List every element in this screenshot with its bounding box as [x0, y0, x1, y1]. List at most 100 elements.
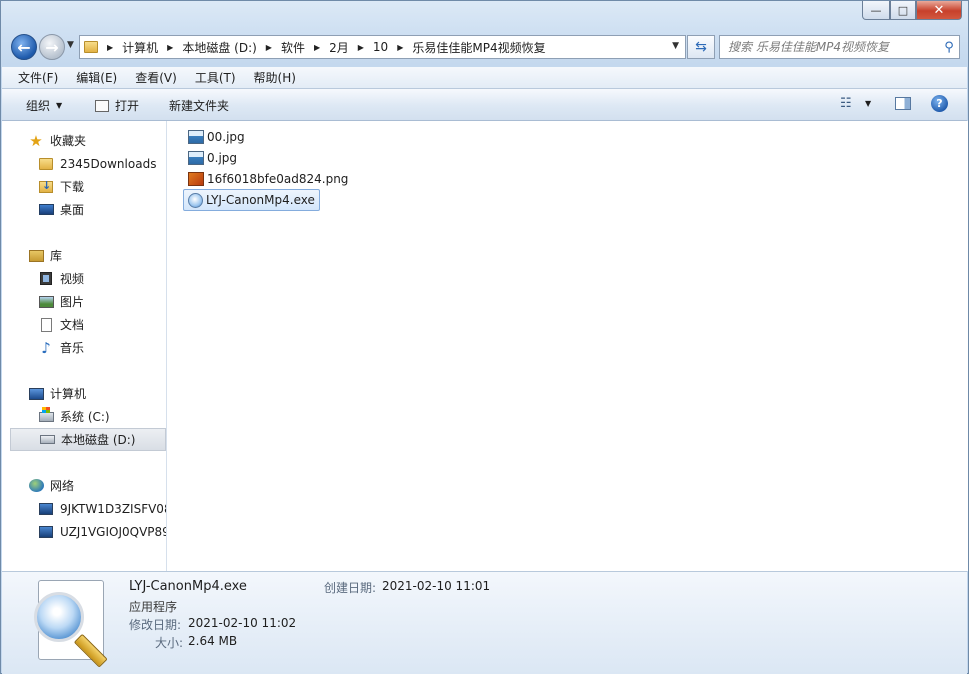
library-icon — [28, 249, 44, 262]
chevron-right-icon[interactable]: ▶ — [397, 43, 403, 52]
chevron-right-icon[interactable]: ▶ — [266, 43, 272, 52]
refresh-button[interactable]: ⇆ — [687, 35, 715, 59]
nav-computer[interactable]: 计算机 — [28, 383, 86, 404]
details-file-type: 应用程序 — [129, 600, 178, 614]
breadcrumb-drive-d[interactable]: 本地磁盘 (D:) — [182, 39, 256, 56]
search-input[interactable] — [726, 36, 939, 58]
nav-item-network-pc-1[interactable]: 9JKTW1D3ZISFV08 — [38, 498, 167, 519]
folder-icon — [84, 41, 98, 53]
menu-edit[interactable]: 编辑(E) — [67, 69, 126, 86]
preview-pane-icon[interactable] — [895, 97, 911, 110]
search-box[interactable]: ⚲ — [719, 35, 960, 59]
video-icon — [40, 272, 52, 285]
nav-item-downloads[interactable]: 下载 — [38, 176, 84, 197]
nav-item-drive-c[interactable]: 系统 (C:) — [38, 406, 110, 427]
nav-item-documents[interactable]: 文档 — [38, 314, 84, 335]
minimize-button[interactable]: — — [862, 1, 890, 20]
arrow-right-icon: → — [45, 37, 59, 57]
navigation-pane: ★ 收藏夹 2345Downloads 下载 桌面 库 视频 图片 — [2, 121, 167, 571]
nav-label: 下载 — [60, 180, 85, 194]
nav-label: 桌面 — [60, 203, 85, 217]
search-icon[interactable]: ⚲ — [939, 40, 959, 55]
menu-help[interactable]: 帮助(H) — [245, 69, 305, 86]
nav-label: 本地磁盘 (D:) — [61, 433, 136, 447]
address-dropdown-icon[interactable]: ▼ — [672, 41, 679, 51]
nav-label: 视频 — [60, 272, 85, 286]
refresh-icon: ⇆ — [695, 39, 707, 55]
nav-network[interactable]: 网络 — [28, 475, 74, 496]
breadcrumb-software[interactable]: 软件 — [281, 39, 305, 56]
menu-tools[interactable]: 工具(T) — [186, 69, 245, 86]
command-bar: 组织 ▼ 打开 新建文件夹 ☷ ▼ ? — [2, 89, 967, 121]
help-icon[interactable]: ? — [931, 95, 948, 112]
jpg-file-icon — [188, 151, 204, 165]
chevron-down-icon: ▼ — [56, 101, 63, 110]
network-icon — [28, 479, 44, 492]
open-button[interactable]: 打开 — [95, 97, 139, 114]
file-item[interactable]: 16f6018bfe0ad824.png — [186, 169, 352, 189]
file-item-selected[interactable]: LYJ-CanonMp4.exe — [183, 189, 320, 211]
document-icon — [40, 317, 52, 332]
nav-item-pictures[interactable]: 图片 — [38, 291, 84, 312]
nav-label: 文档 — [60, 318, 85, 332]
maximize-button[interactable]: □ — [890, 1, 916, 20]
details-size-label: 大小: — [155, 636, 184, 650]
new-folder-label: 新建文件夹 — [169, 99, 230, 113]
details-pane: LYJ-CanonMp4.exe 应用程序 修改日期: 2021-02-10 1… — [2, 571, 967, 674]
details-modified-value: 2021-02-10 11:02 — [188, 616, 297, 630]
open-icon — [95, 99, 109, 112]
address-bar[interactable]: ▶ 计算机 ▶ 本地磁盘 (D:) ▶ 软件 ▶ 2月 ▶ 10 ▶ 乐易佳佳能… — [79, 35, 686, 59]
nav-libraries[interactable]: 库 — [28, 245, 62, 266]
menu-file[interactable]: 文件(F) — [2, 69, 67, 86]
new-folder-button[interactable]: 新建文件夹 — [169, 97, 229, 114]
nav-favorites[interactable]: ★ 收藏夹 — [28, 130, 86, 151]
system-drive-icon — [38, 406, 54, 422]
view-dropdown-icon[interactable]: ▼ — [865, 99, 871, 108]
file-item[interactable]: 00.jpg — [186, 127, 249, 147]
file-name: LYJ-CanonMp4.exe — [206, 193, 315, 207]
breadcrumb-computer[interactable]: 计算机 — [122, 39, 158, 56]
network-computer-icon — [39, 502, 53, 515]
nav-label: 计算机 — [50, 387, 87, 401]
menu-view[interactable]: 查看(V) — [126, 69, 186, 86]
file-name: 0.jpg — [207, 151, 238, 165]
back-button[interactable]: ← — [11, 34, 37, 60]
change-view-icon[interactable]: ☷ — [840, 96, 852, 111]
nav-item-music[interactable]: ♪ 音乐 — [38, 337, 84, 358]
close-button[interactable]: ✕ — [916, 1, 962, 20]
organize-label: 组织 — [26, 99, 51, 113]
nav-item-videos[interactable]: 视频 — [38, 268, 84, 289]
file-name: 00.jpg — [207, 130, 245, 144]
address-row: ← → ▼ ▶ 计算机 ▶ 本地磁盘 (D:) ▶ 软件 ▶ 2月 ▶ 10 ▶… — [1, 31, 968, 63]
picture-icon — [38, 295, 54, 308]
recent-pages-dropdown[interactable]: ▼ — [67, 40, 74, 50]
nav-item-network-pc-2[interactable]: UZJ1VGIOJ0QVP89 — [38, 521, 167, 542]
nav-label: UZJ1VGIOJ0QVP89 — [60, 524, 167, 539]
music-note-icon: ♪ — [41, 338, 51, 357]
breadcrumb-10[interactable]: 10 — [373, 40, 388, 54]
open-label: 打开 — [115, 99, 140, 113]
nav-label: 收藏夹 — [50, 134, 87, 148]
nav-item-drive-d[interactable]: 本地磁盘 (D:) — [10, 428, 166, 451]
nav-item-2345downloads[interactable]: 2345Downloads — [38, 153, 156, 174]
chevron-right-icon[interactable]: ▶ — [314, 43, 320, 52]
organize-button[interactable]: 组织 ▼ — [26, 97, 62, 114]
breadcrumb-current-folder[interactable]: 乐易佳佳能MP4视频恢复 — [412, 39, 545, 56]
nav-label: 音乐 — [60, 341, 85, 355]
network-computer-icon — [39, 525, 53, 538]
computer-icon — [28, 387, 44, 400]
nav-item-desktop[interactable]: 桌面 — [38, 199, 84, 220]
chevron-right-icon[interactable]: ▶ — [107, 43, 113, 52]
exe-file-icon — [188, 192, 203, 208]
breadcrumb-february[interactable]: 2月 — [329, 39, 349, 56]
chevron-right-icon[interactable]: ▶ — [167, 43, 173, 52]
jpg-file-icon — [188, 130, 204, 144]
file-item[interactable]: 0.jpg — [186, 148, 241, 168]
explorer-window: — □ ✕ ← → ▼ ▶ 计算机 ▶ 本地磁盘 (D:) ▶ 软件 ▶ 2月 … — [0, 0, 969, 674]
nav-label: 9JKTW1D3ZISFV08 — [60, 501, 167, 516]
caption-buttons: — □ ✕ — [862, 1, 962, 20]
nav-label: 2345Downloads — [60, 156, 157, 171]
details-created-value: 2021-02-10 11:01 — [382, 579, 491, 593]
chevron-right-icon[interactable]: ▶ — [358, 43, 364, 52]
forward-button[interactable]: → — [39, 34, 65, 60]
